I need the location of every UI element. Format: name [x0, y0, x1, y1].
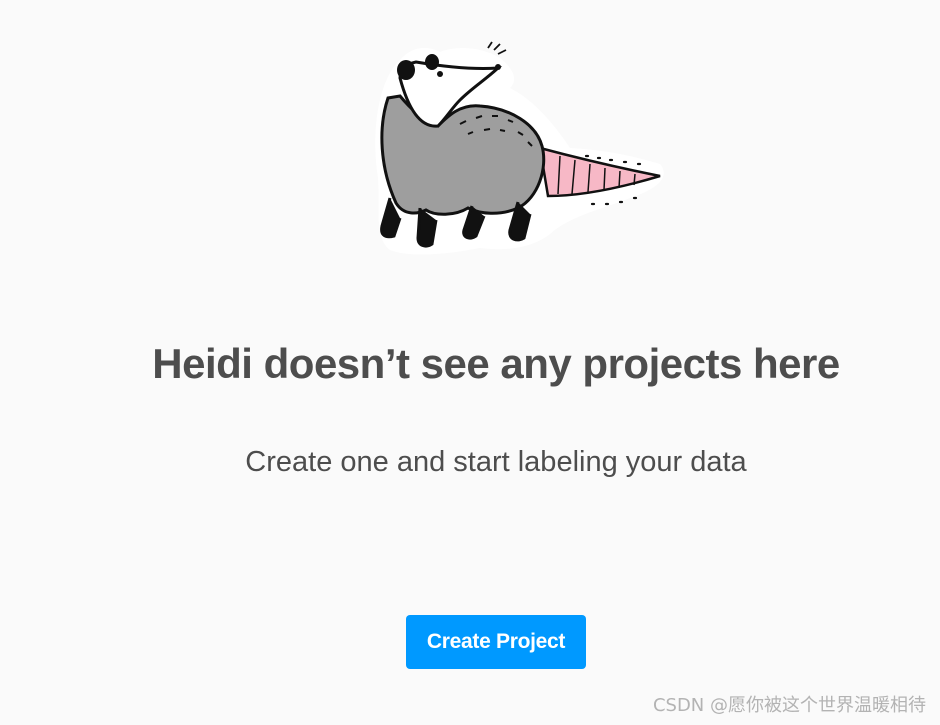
empty-state-subheading: Create one and start labeling your data — [245, 446, 747, 478]
opossum-illustration — [375, 41, 664, 255]
create-project-button[interactable]: Create Project — [406, 615, 586, 669]
empty-state-heading: Heidi doesn’t see any projects here — [152, 340, 840, 387]
watermark: CSDN @愿你被这个世界温暖相待 — [652, 695, 926, 716]
